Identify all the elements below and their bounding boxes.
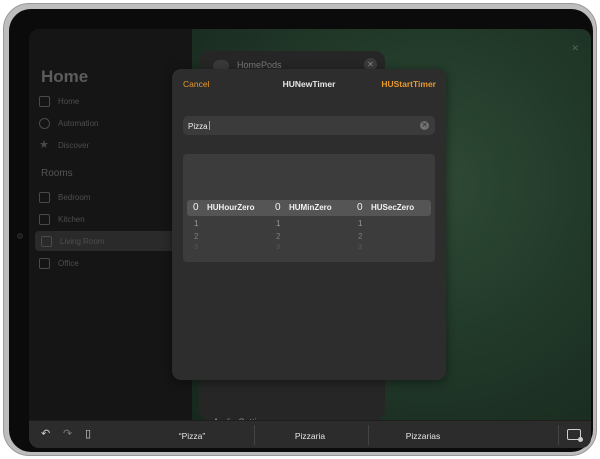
- undo-icon[interactable]: ↶: [41, 429, 50, 440]
- sidebar-item-living-room[interactable]: Living Room: [35, 231, 175, 251]
- sidebar-item-label: Home: [58, 96, 80, 106]
- sidebar-title: Home: [41, 67, 89, 86]
- seconds-selected: 0: [357, 202, 363, 213]
- room-icon: [39, 257, 50, 269]
- screen: Home Home Automation ★ Discover Rooms Be…: [29, 29, 591, 448]
- text-caret: [208, 121, 210, 130]
- hours-column[interactable]: 0 HUHourZero 1 2 3: [193, 154, 273, 262]
- sidebar: Home Home Automation ★ Discover Rooms Be…: [29, 29, 192, 420]
- start-timer-button[interactable]: HUStartTimer: [381, 79, 436, 89]
- clear-icon[interactable]: ✕: [420, 121, 429, 130]
- minutes-next-2: 2: [276, 232, 281, 241]
- sidebar-item-label: Living Room: [60, 236, 105, 246]
- sidebar-item-label: Bedroom: [58, 192, 91, 202]
- hours-next-3: 3: [194, 244, 198, 251]
- minutes-column[interactable]: 0 HUMinZero 1 2 3: [275, 154, 355, 262]
- clock-icon: [39, 117, 50, 129]
- duration-picker[interactable]: 0 HUHourZero 1 2 3 0 HUMinZero 1 2 3 0 H…: [183, 154, 435, 262]
- divider: [368, 425, 369, 445]
- divider: [254, 425, 255, 445]
- keyboard-hide-icon[interactable]: [567, 429, 583, 442]
- timer-label-value-wrap: Pizza: [188, 121, 210, 131]
- seconds-next-2: 2: [358, 232, 363, 241]
- suggestion-3[interactable]: Pizzarias: [373, 431, 473, 441]
- sidebar-item-label: Discover: [58, 140, 90, 150]
- hours-next-2: 2: [194, 232, 199, 241]
- ipad-frame: Home Home Automation ★ Discover Rooms Be…: [3, 3, 597, 456]
- star-icon: ★: [39, 138, 49, 151]
- suggestion-2[interactable]: Pizzaria: [260, 431, 360, 441]
- sidebar-item-label: Automation: [58, 118, 99, 128]
- seconds-next-3: 3: [358, 244, 362, 251]
- rooms-header: Rooms: [41, 168, 73, 179]
- minutes-unit: HUMinZero: [289, 203, 332, 212]
- keyboard-suggestion-bar: ↶ ↷ ▯ “Pizza” Pizzaria Pizzarias: [29, 420, 591, 448]
- room-icon: [41, 235, 52, 247]
- redo-icon[interactable]: ↷: [63, 429, 72, 440]
- minutes-next-3: 3: [276, 244, 280, 251]
- sidebar-item-kitchen[interactable]: Kitchen: [39, 209, 189, 229]
- new-timer-modal: HUNewTimer Cancel HUStartTimer Pizza ✕ 0…: [172, 69, 446, 380]
- hours-selected: 0: [193, 202, 199, 213]
- sidebar-item-bedroom[interactable]: Bedroom: [39, 187, 189, 207]
- sidebar-item-automation[interactable]: Automation: [39, 113, 189, 133]
- close-icon: ✕: [571, 43, 579, 53]
- hours-next-1: 1: [194, 219, 199, 228]
- ipad-bezel: Home Home Automation ★ Discover Rooms Be…: [9, 9, 593, 452]
- minutes-next-1: 1: [276, 219, 281, 228]
- seconds-next-1: 1: [358, 219, 363, 228]
- seconds-column[interactable]: 0 HUSecZero 1 2 3: [357, 154, 433, 262]
- sidebar-item-office[interactable]: Office: [39, 253, 189, 273]
- camera-dot: [17, 233, 23, 239]
- sidebar-item-label: Kitchen: [58, 214, 85, 224]
- minutes-selected: 0: [275, 202, 281, 213]
- hours-unit: HUHourZero: [207, 203, 255, 212]
- cancel-button[interactable]: Cancel: [183, 79, 209, 89]
- paste-icon[interactable]: ▯: [85, 429, 91, 440]
- sidebar-item-home[interactable]: Home: [39, 91, 189, 111]
- divider: [558, 425, 559, 445]
- room-icon: [39, 191, 50, 203]
- seconds-unit: HUSecZero: [371, 203, 415, 212]
- room-icon: [39, 213, 50, 225]
- sidebar-item-discover[interactable]: ★ Discover: [39, 135, 189, 155]
- timer-label-field[interactable]: Pizza ✕: [183, 116, 435, 135]
- suggestion-1[interactable]: “Pizza”: [142, 431, 242, 441]
- sidebar-item-label: Office: [58, 258, 79, 268]
- modal-header: HUNewTimer Cancel HUStartTimer: [172, 69, 446, 97]
- house-icon: [39, 95, 50, 107]
- timer-label-value: Pizza: [188, 122, 208, 131]
